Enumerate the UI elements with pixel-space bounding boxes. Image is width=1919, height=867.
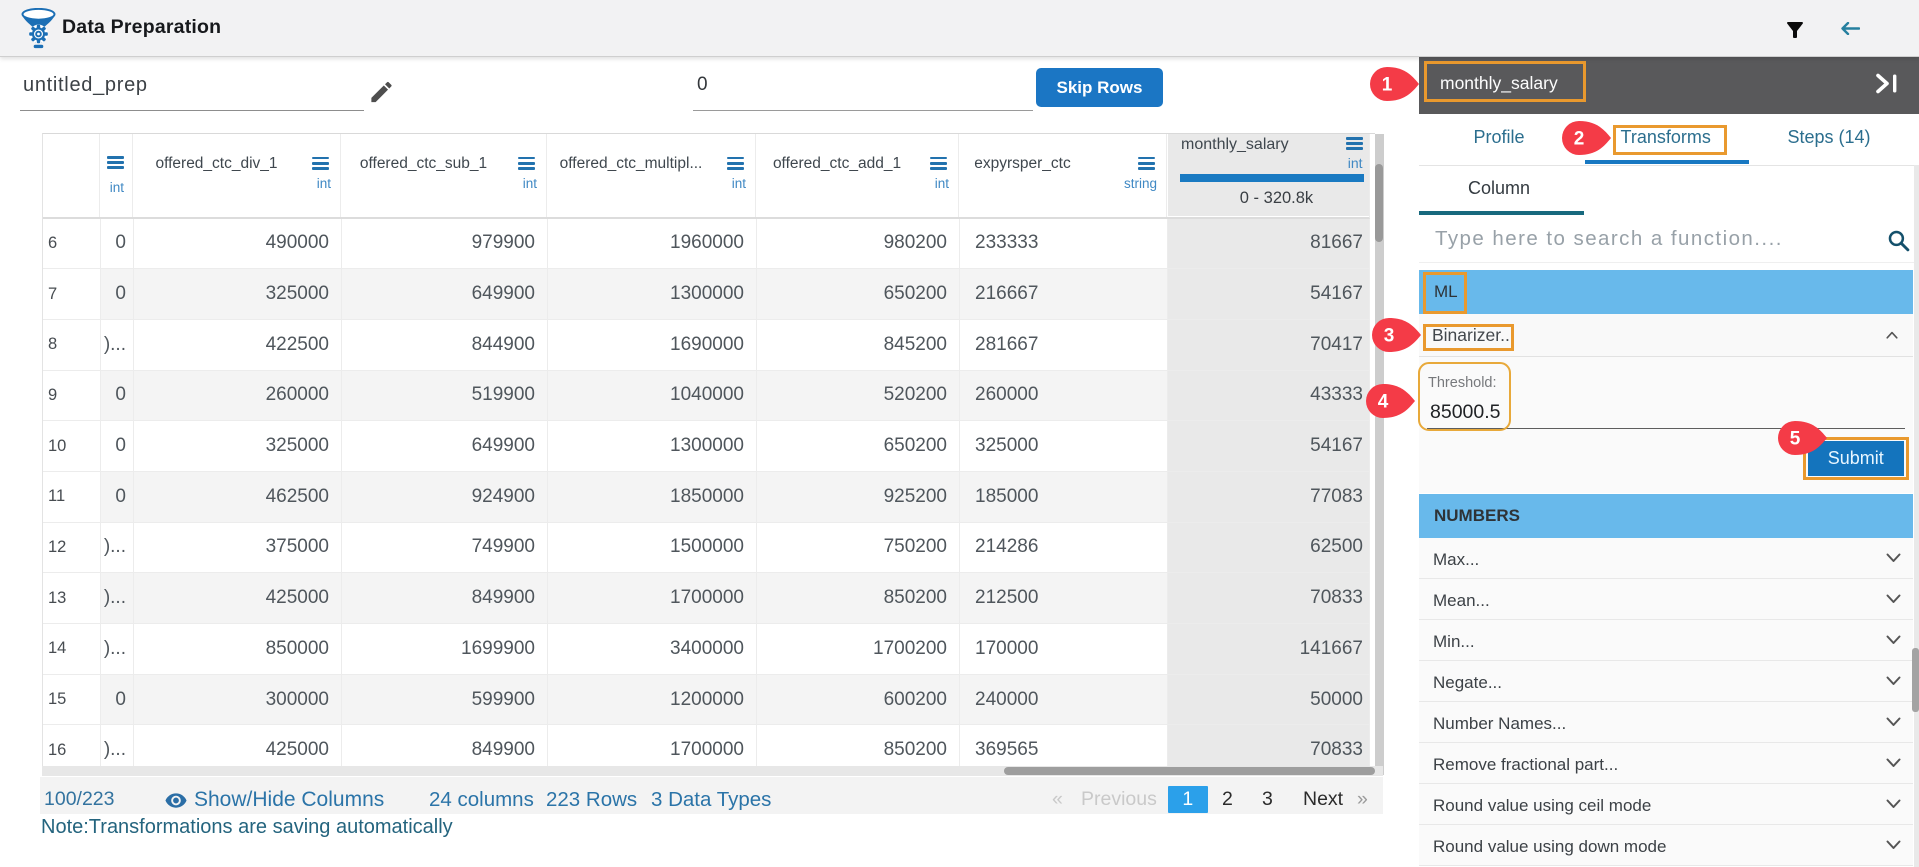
svg-text:3: 3	[1383, 326, 1394, 347]
svg-text:2: 2	[1574, 128, 1585, 149]
svg-text:1: 1	[1382, 74, 1393, 95]
svg-text:5: 5	[1789, 428, 1800, 449]
svg-text:4: 4	[1378, 392, 1389, 413]
